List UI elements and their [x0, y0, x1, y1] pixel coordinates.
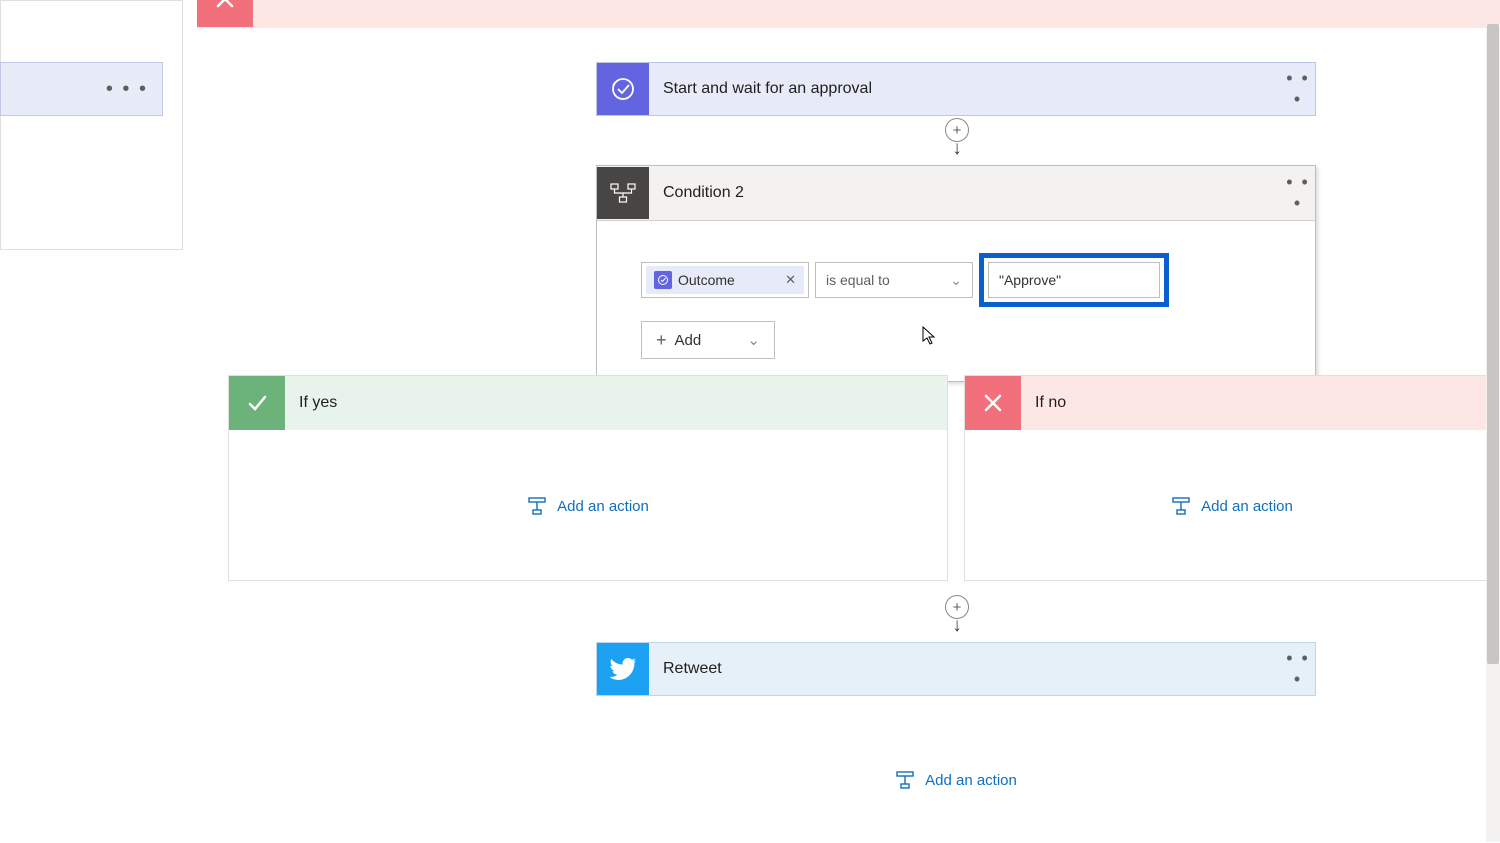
add-action-icon	[895, 770, 915, 790]
add-action-label: Add an action	[557, 498, 649, 515]
approval-card[interactable]: Start and wait for an approval • • •	[596, 62, 1316, 116]
chevron-down-icon: ⌄	[747, 331, 760, 349]
add-label: Add	[675, 332, 702, 349]
retweet-card[interactable]: Retweet • • •	[596, 642, 1316, 696]
remove-chip-icon[interactable]: ✕	[785, 272, 796, 288]
scroll-thumb[interactable]	[1487, 24, 1499, 664]
add-step-connector[interactable]: + ↓	[944, 595, 970, 639]
retweet-title: Retweet	[649, 660, 1281, 678]
approval-icon	[597, 63, 649, 115]
operator-label: is equal to	[826, 272, 890, 288]
cross-icon	[197, 0, 253, 27]
if-no-title: If no	[1021, 394, 1066, 412]
condition-icon	[597, 167, 649, 219]
add-action-button[interactable]: Add an action	[895, 770, 1017, 790]
if-yes-header[interactable]: If yes	[229, 376, 947, 430]
if-yes-title: If yes	[285, 394, 337, 412]
dynamic-content-chip[interactable]: Outcome ✕	[646, 266, 804, 294]
condition-value-input[interactable]	[988, 262, 1160, 298]
sibling-action-card[interactable]: • • •	[0, 62, 163, 116]
condition-header[interactable]: Condition 2 • • •	[597, 166, 1315, 221]
arrow-down-icon: ↓	[952, 618, 962, 633]
condition-card: Condition 2 • • • Outcome ✕ is equal to …	[596, 165, 1316, 382]
parent-panel	[0, 0, 183, 250]
chip-label: Outcome	[678, 272, 735, 288]
if-no-branch: If no Add an action	[964, 375, 1500, 581]
condition-operator-select[interactable]: is equal to ⌄	[815, 262, 973, 298]
add-action-icon	[527, 496, 547, 516]
add-action-label: Add an action	[925, 772, 1017, 789]
approval-title: Start and wait for an approval	[649, 80, 1281, 98]
twitter-icon	[597, 643, 649, 695]
arrow-down-icon: ↓	[952, 141, 962, 156]
condition-body: Outcome ✕ is equal to ⌄ + Add ⌄	[597, 221, 1315, 381]
bottom-add-action-row: Add an action	[596, 770, 1316, 790]
more-icon[interactable]: • • •	[1281, 68, 1315, 110]
add-action-icon	[1171, 496, 1191, 516]
scrollbar[interactable]	[1486, 24, 1500, 842]
approval-icon	[654, 271, 672, 289]
mouse-cursor-icon	[922, 326, 936, 346]
outer-if-no-header	[197, 0, 1500, 28]
condition-row: Outcome ✕ is equal to ⌄	[641, 253, 1271, 307]
highlight-frame	[979, 253, 1169, 307]
cross-icon	[965, 376, 1021, 430]
more-icon[interactable]: • • •	[106, 78, 148, 101]
more-icon[interactable]: • • •	[1281, 172, 1315, 214]
add-action-button[interactable]: Add an action	[527, 496, 649, 516]
check-icon	[229, 376, 285, 430]
condition-left-operand[interactable]: Outcome ✕	[641, 262, 809, 298]
add-condition-button[interactable]: + Add ⌄	[641, 321, 775, 359]
chevron-down-icon: ⌄	[950, 272, 962, 289]
plus-icon: +	[656, 330, 667, 351]
add-step-connector[interactable]: + ↓	[944, 118, 970, 162]
more-icon[interactable]: • • •	[1281, 648, 1315, 690]
if-yes-branch: If yes Add an action	[228, 375, 948, 581]
add-action-label: Add an action	[1201, 498, 1293, 515]
condition-title: Condition 2	[649, 184, 1281, 202]
add-action-button[interactable]: Add an action	[1171, 496, 1293, 516]
if-no-header[interactable]: If no	[965, 376, 1499, 430]
